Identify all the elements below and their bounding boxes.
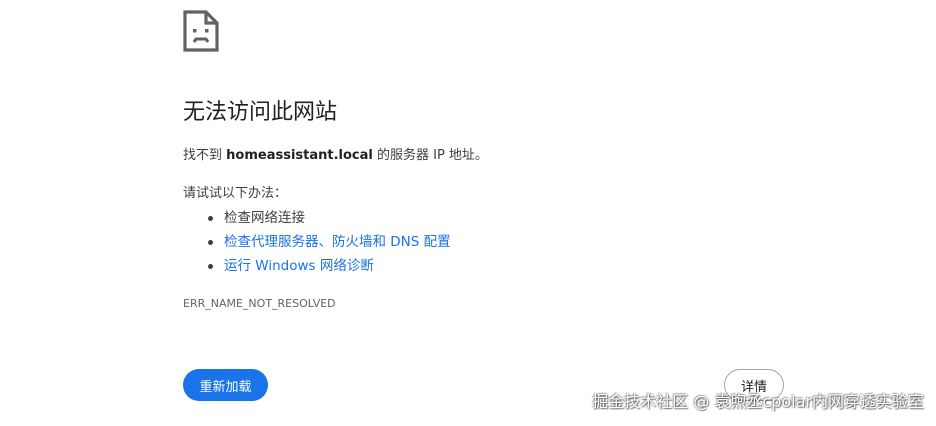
sad-page-icon xyxy=(183,10,219,52)
reload-button[interactable]: 重新加载 xyxy=(183,369,268,401)
list-item: 运行 Windows 网络诊断 xyxy=(183,255,451,279)
hostname: homeassistant.local xyxy=(226,148,373,163)
suggestion-network-diagnostics-link[interactable]: 运行 Windows 网络诊断 xyxy=(224,258,374,274)
description-suffix: 的服务器 IP 地址。 xyxy=(372,148,488,163)
page-title: 无法访问此网站 xyxy=(183,100,338,125)
list-item: 检查代理服务器、防火墙和 DNS 配置 xyxy=(183,231,451,255)
suggestion-check-connection: 检查网络连接 xyxy=(224,210,305,226)
description-prefix: 找不到 xyxy=(183,148,227,163)
watermark: 掘金技术社区 @ 袁煦丞cpolar内网穿透实验室 xyxy=(592,392,924,411)
suggestions-label: 请试试以下办法： xyxy=(183,186,288,201)
error-description: 找不到 homeassistant.local 的服务器 IP 地址。 xyxy=(183,146,488,166)
suggestions-list: 检查网络连接 检查代理服务器、防火墙和 DNS 配置 运行 Windows 网络… xyxy=(183,207,451,279)
suggestion-check-proxy-link[interactable]: 检查代理服务器、防火墙和 DNS 配置 xyxy=(224,234,451,250)
error-page: 无法访问此网站 找不到 homeassistant.local 的服务器 IP … xyxy=(0,0,936,426)
error-code: ERR_NAME_NOT_RESOLVED xyxy=(183,297,336,310)
list-item: 检查网络连接 xyxy=(183,207,451,231)
